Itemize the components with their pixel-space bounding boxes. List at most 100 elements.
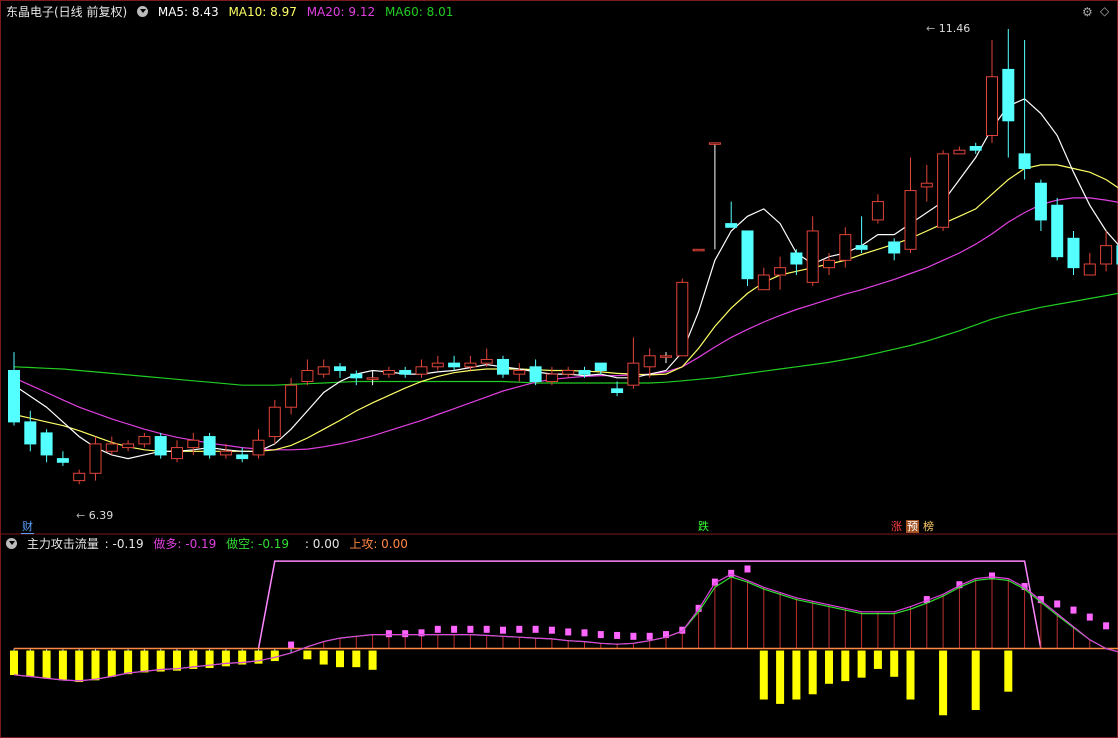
candle-body-up [920, 182, 933, 188]
candle-body-down [154, 436, 167, 456]
candle-body-down [56, 458, 69, 463]
stock-title[interactable]: 东晶电子(日线 前复权) [6, 5, 127, 19]
high-price-label: ← 11.46 [926, 22, 971, 35]
attack-bar-positive [467, 625, 474, 633]
forecast-marker[interactable]: 预 [906, 520, 919, 533]
attack-bar-positive [402, 630, 409, 638]
attack-bar-positive [581, 629, 588, 637]
drop-marker[interactable]: 跌 [697, 520, 710, 533]
candle-body-up [774, 267, 787, 276]
candle-body-down [578, 369, 591, 375]
attack-bar-negative [1004, 650, 1013, 692]
attack-bar-positive [646, 632, 653, 640]
candle-body-up [692, 248, 705, 252]
candle-body-up [187, 439, 200, 449]
candle-body-up [986, 76, 998, 136]
rise-marker[interactable]: 涨 [890, 520, 903, 533]
attack-bar-negative [825, 650, 833, 684]
attack-bar-negative [759, 650, 768, 700]
candle-body-down [1002, 68, 1015, 122]
attack-bar-negative [140, 650, 149, 673]
candle-body-down [236, 454, 249, 460]
candle-body-down [725, 223, 738, 228]
candle-body-down [969, 146, 982, 151]
attack-bar-positive [516, 625, 523, 633]
attack-bar-negative [808, 650, 817, 695]
attack-bar-positive [548, 626, 555, 634]
zuoduo-value: 做多: -0.19 [153, 537, 217, 551]
candle-body-down [611, 388, 624, 394]
diamond-toggle-icon[interactable]: ◇ [1100, 4, 1109, 18]
attack-bar-positive [434, 625, 441, 633]
candle-body-up [122, 443, 135, 449]
attack-bar-positive [385, 630, 392, 638]
candle-body-down [1034, 182, 1047, 221]
candle-body-down [497, 358, 509, 375]
candle-body-up [839, 234, 852, 261]
attack-bar-negative [124, 650, 133, 675]
attack-bar-negative [368, 650, 377, 670]
main-chart-header: 东晶电子(日线 前复权) MA5: 8.43 MA10: 8.97 MA20: … [6, 4, 459, 20]
finance-marker[interactable]: 财 [21, 520, 34, 534]
indicator-menu-icon[interactable] [6, 538, 17, 549]
candle-body-up [708, 142, 721, 145]
candle-body-down [334, 366, 346, 371]
candle-body-up [757, 274, 770, 291]
attack-bar-negative [75, 650, 84, 683]
candle-body-down [1051, 204, 1064, 258]
candle-body-down [888, 241, 901, 254]
attack-bar-negative [890, 650, 899, 677]
candle-body-down [741, 230, 754, 280]
list-marker[interactable]: 榜 [922, 520, 935, 533]
attack-bar-negative [857, 650, 866, 678]
kline-chart-canvas[interactable] [0, 0, 1118, 738]
settings-gear-icon[interactable]: ⚙ [1082, 5, 1093, 19]
candle-body-up [431, 362, 444, 368]
attack-bar-positive [1103, 622, 1110, 630]
candle-body-up [676, 281, 689, 357]
candle-body-up [1100, 245, 1113, 265]
low-price-label: ← 6.39 [76, 509, 114, 522]
ma5-value: MA5: 8.43 [157, 5, 219, 19]
candle-body-up [138, 436, 151, 445]
attack-bar-negative [906, 650, 915, 700]
ma10-line [13, 164, 1118, 452]
candle-body-down [399, 369, 412, 375]
attack-bar-positive [500, 626, 506, 634]
ma10-value: MA10: 8.97 [228, 5, 297, 19]
attack-bar-positive [565, 628, 572, 636]
ma20-value: MA20: 9.12 [306, 5, 376, 19]
attack-bar-negative [939, 650, 948, 716]
candle-body-up [464, 362, 477, 368]
attack-bar-negative [841, 650, 850, 682]
candle-body-up [627, 362, 640, 386]
indicator-title[interactable]: 主力攻击流量 [27, 537, 99, 551]
attack-bar-negative [873, 650, 882, 669]
candle-body-up [904, 190, 917, 250]
attack-bar-negative [971, 650, 980, 711]
candle-body-up [562, 369, 575, 375]
candle-body-up [1083, 263, 1096, 276]
candle-body-up [219, 450, 232, 456]
candle-body-down [350, 373, 363, 379]
ma5-line [13, 98, 1118, 460]
candle-body-up [415, 366, 428, 375]
attack-bar-positive [1070, 606, 1077, 614]
blank-value: : 0.00 [304, 537, 340, 551]
candle-body-up [545, 373, 558, 382]
candle-body-up [301, 369, 314, 382]
attack-bar-negative [336, 650, 344, 668]
candle-body-up [366, 377, 379, 380]
candle-body-up [643, 355, 656, 368]
indicator-header: 主力攻击流量 : -0.19 做多: -0.19 做空: -0.19 : 0.0… [6, 536, 414, 552]
attack-bar-negative [10, 650, 18, 676]
candle-body-up [171, 447, 183, 460]
candle-body-down [8, 369, 20, 423]
attack-bar-negative [26, 650, 35, 677]
candle-body-down [529, 366, 542, 382]
candle-body-up [317, 366, 330, 375]
candle-body-up [513, 369, 526, 375]
attack-bar-positive [483, 625, 490, 633]
candle-body-up [660, 355, 672, 358]
indicator-settings-icon[interactable] [137, 6, 149, 17]
